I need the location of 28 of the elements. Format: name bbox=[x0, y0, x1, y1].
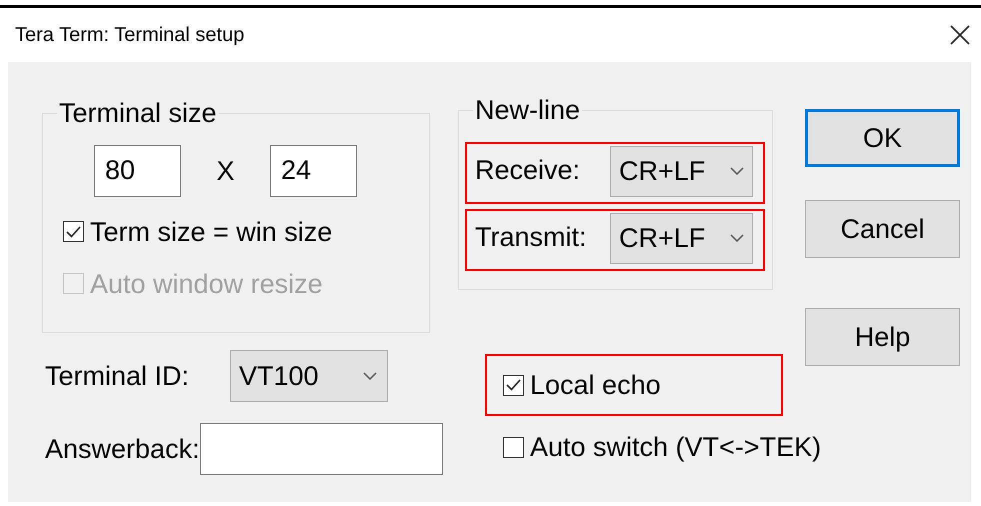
chevron-down-icon bbox=[363, 372, 377, 380]
window-title: Tera Term: Terminal setup bbox=[15, 23, 244, 48]
chevron-down-icon bbox=[730, 234, 744, 242]
answerback-field[interactable] bbox=[200, 423, 443, 475]
newline-label: Receive: bbox=[475, 154, 582, 187]
terminal-id-dropdown[interactable]: VT100 bbox=[230, 350, 388, 402]
chevron-down-icon bbox=[730, 167, 744, 176]
checkbox[interactable] bbox=[63, 221, 84, 242]
checkbox[interactable] bbox=[503, 374, 524, 396]
newline-dropdown[interactable]: CR+LF bbox=[610, 146, 753, 197]
checkbox[interactable] bbox=[503, 436, 524, 458]
terminal-id-label: Terminal ID: bbox=[45, 360, 190, 393]
columns-field[interactable]: 80 bbox=[94, 144, 181, 197]
newline-label: Transmit: bbox=[475, 220, 588, 254]
dialog-button[interactable]: Help bbox=[805, 308, 960, 366]
checkbox-label: Auto switch (VT<->TEK) bbox=[530, 430, 822, 464]
newline-dropdown[interactable]: CR+LF bbox=[610, 212, 753, 264]
checkbox-label: Term size = win size bbox=[90, 216, 332, 248]
group-title: Terminal size bbox=[58, 97, 218, 130]
answerback-label: Answerback: bbox=[45, 432, 200, 466]
dialog-button[interactable]: Cancel bbox=[805, 200, 960, 258]
checkbox-label: Local echo bbox=[530, 368, 661, 402]
close-icon[interactable] bbox=[949, 24, 971, 46]
checkbox-label: Auto window resize bbox=[90, 268, 323, 300]
times-label: X bbox=[215, 154, 236, 188]
rows-field[interactable]: 24 bbox=[270, 144, 357, 197]
group-title: New-line bbox=[474, 94, 582, 127]
dialog-button[interactable]: OK bbox=[805, 109, 960, 167]
